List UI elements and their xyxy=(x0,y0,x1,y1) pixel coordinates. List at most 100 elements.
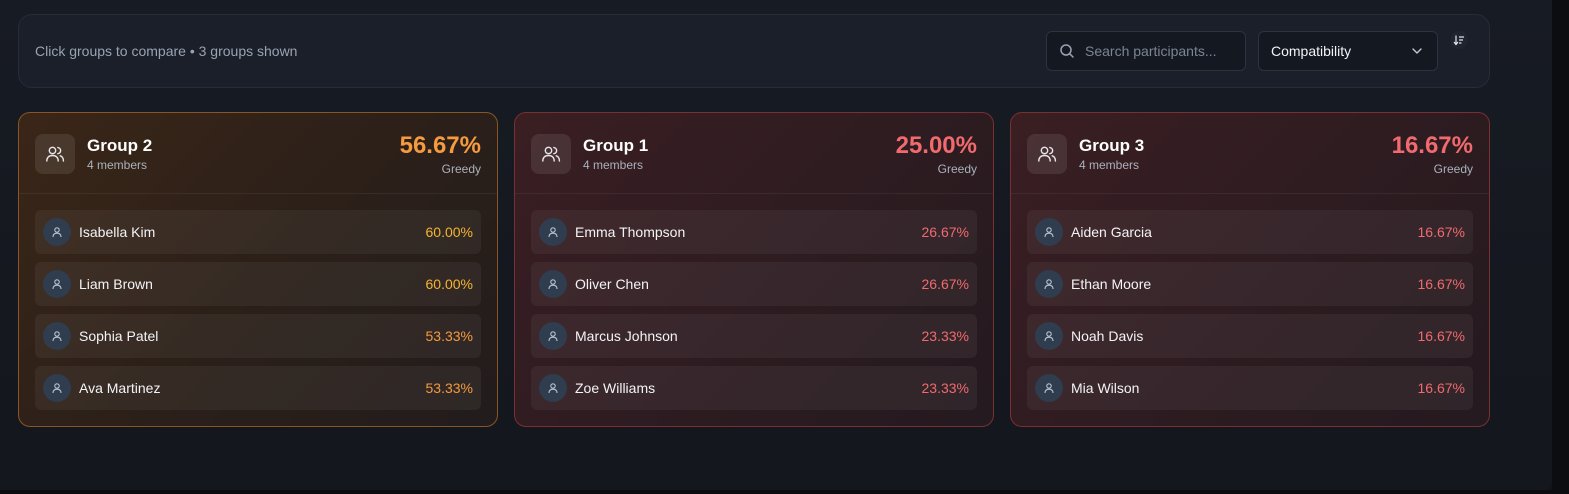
user-icon xyxy=(1044,279,1054,290)
member-percent: 53.33% xyxy=(425,380,473,396)
user-icon xyxy=(548,331,558,342)
avatar xyxy=(539,374,567,402)
member-percent: 60.00% xyxy=(425,224,473,240)
sort-direction-button[interactable] xyxy=(1450,31,1468,49)
users-icon xyxy=(542,146,561,162)
member-name: Noah Davis xyxy=(1071,328,1144,344)
sort-select[interactable]: Compatibility xyxy=(1258,31,1438,71)
avatar xyxy=(43,270,71,298)
group-compatibility-percent: 16.67% xyxy=(1391,132,1473,159)
member-name: Sophia Patel xyxy=(79,328,159,344)
group-icon-badge xyxy=(1027,134,1067,174)
group-card-header: Group 2 4 members 56.67% Greedy xyxy=(19,113,497,194)
member-name: Zoe Williams xyxy=(575,380,656,396)
group-member-count: 4 members xyxy=(87,158,148,172)
user-icon xyxy=(52,383,62,394)
group-card[interactable]: Group 1 4 members 25.00% Greedy Emma Tho… xyxy=(514,112,994,427)
member-name: Emma Thompson xyxy=(575,224,686,240)
search-input[interactable] xyxy=(1085,43,1235,59)
member-name: Oliver Chen xyxy=(575,276,649,292)
group-name: Group 2 xyxy=(87,136,153,155)
avatar xyxy=(43,374,71,402)
group-card-header: Group 1 4 members 25.00% Greedy xyxy=(515,113,993,194)
avatar xyxy=(539,270,567,298)
compare-hint: Click groups to compare • 3 groups shown xyxy=(35,43,298,59)
group-name: Group 1 xyxy=(583,136,649,155)
page: Click groups to compare • 3 groups shown… xyxy=(0,0,1552,490)
window-edge xyxy=(1552,0,1569,494)
group-card[interactable]: Group 3 4 members 16.67% Greedy Aiden Ga… xyxy=(1010,112,1490,427)
member-row[interactable]: Ava Martinez 53.33% xyxy=(35,366,481,410)
member-percent: 16.67% xyxy=(1417,224,1465,240)
member-percent: 26.67% xyxy=(921,276,969,292)
member-list: Emma Thompson 26.67% Oliver Chen 26.67% … xyxy=(531,210,977,418)
group-strategy: Greedy xyxy=(937,162,977,176)
member-name: Aiden Garcia xyxy=(1071,224,1152,240)
users-icon xyxy=(46,146,65,162)
user-icon xyxy=(52,331,62,342)
group-member-count: 4 members xyxy=(1079,158,1140,172)
window-edge-bottom xyxy=(0,490,1569,494)
group-card[interactable]: Group 2 4 members 56.67% Greedy Isabella… xyxy=(18,112,498,427)
member-row[interactable]: Marcus Johnson 23.33% xyxy=(531,314,977,358)
search-icon xyxy=(1060,44,1074,58)
member-row[interactable]: Isabella Kim 60.00% xyxy=(35,210,481,254)
member-percent: 16.67% xyxy=(1417,380,1465,396)
sort-order-icon xyxy=(1453,35,1464,46)
member-list: Aiden Garcia 16.67% Ethan Moore 16.67% N… xyxy=(1027,210,1473,418)
member-percent: 53.33% xyxy=(425,328,473,344)
member-percent: 26.67% xyxy=(921,224,969,240)
member-percent: 16.67% xyxy=(1417,328,1465,344)
group-compatibility-percent: 56.67% xyxy=(399,132,481,159)
member-row[interactable]: Emma Thompson 26.67% xyxy=(531,210,977,254)
group-card-header: Group 3 4 members 16.67% Greedy xyxy=(1011,113,1489,194)
member-name: Isabella Kim xyxy=(79,224,156,240)
member-name: Liam Brown xyxy=(79,276,153,292)
user-icon xyxy=(548,279,558,290)
member-row[interactable]: Ethan Moore 16.67% xyxy=(1027,262,1473,306)
member-name: Ava Martinez xyxy=(79,380,161,396)
member-name: Marcus Johnson xyxy=(575,328,678,344)
group-member-count: 4 members xyxy=(583,158,644,172)
member-row[interactable]: Sophia Patel 53.33% xyxy=(35,314,481,358)
user-icon xyxy=(1044,331,1054,342)
avatar xyxy=(43,218,71,246)
sort-select-value: Compatibility xyxy=(1271,43,1352,59)
avatar xyxy=(43,322,71,350)
member-percent: 60.00% xyxy=(425,276,473,292)
avatar xyxy=(1035,322,1063,350)
users-icon xyxy=(1038,146,1057,162)
group-compatibility-percent: 25.00% xyxy=(895,132,977,159)
chevron-down-icon xyxy=(1412,48,1422,54)
member-row[interactable]: Zoe Williams 23.33% xyxy=(531,366,977,410)
member-row[interactable]: Aiden Garcia 16.67% xyxy=(1027,210,1473,254)
user-icon xyxy=(52,279,62,290)
user-icon xyxy=(52,227,62,238)
avatar xyxy=(539,322,567,350)
avatar xyxy=(539,218,567,246)
user-icon xyxy=(1044,383,1054,394)
avatar xyxy=(1035,270,1063,298)
toolbar: Click groups to compare • 3 groups shown… xyxy=(18,14,1490,88)
member-percent: 23.33% xyxy=(921,380,969,396)
member-row[interactable]: Mia Wilson 16.67% xyxy=(1027,366,1473,410)
group-icon-badge xyxy=(531,134,571,174)
group-strategy: Greedy xyxy=(1433,162,1473,176)
user-icon xyxy=(1044,227,1054,238)
user-icon xyxy=(548,383,558,394)
group-name: Group 3 xyxy=(1079,136,1145,155)
user-icon xyxy=(548,227,558,238)
avatar xyxy=(1035,218,1063,246)
member-percent: 16.67% xyxy=(1417,276,1465,292)
search-box[interactable] xyxy=(1046,31,1246,71)
avatar xyxy=(1035,374,1063,402)
member-percent: 23.33% xyxy=(921,328,969,344)
group-icon-badge xyxy=(35,134,75,174)
member-row[interactable]: Noah Davis 16.67% xyxy=(1027,314,1473,358)
member-row[interactable]: Liam Brown 60.00% xyxy=(35,262,481,306)
member-name: Mia Wilson xyxy=(1071,380,1140,396)
member-row[interactable]: Oliver Chen 26.67% xyxy=(531,262,977,306)
member-name: Ethan Moore xyxy=(1071,276,1152,292)
member-list: Isabella Kim 60.00% Liam Brown 60.00% So… xyxy=(35,210,481,418)
group-strategy: Greedy xyxy=(441,162,481,176)
